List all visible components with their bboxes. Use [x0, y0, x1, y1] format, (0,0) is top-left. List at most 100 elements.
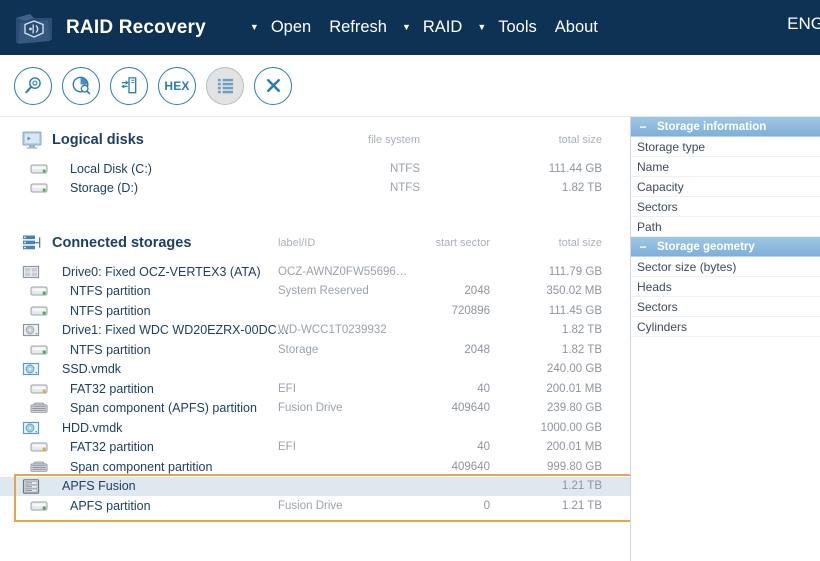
table-cell-name: Span component partition [70, 460, 212, 474]
table-cell-start-sector: 2048 [398, 344, 490, 356]
disk-platter-icon [22, 323, 40, 337]
sidebar-row-sector-size: Sector size (bytes) [631, 257, 820, 277]
table-row[interactable]: Drive1: Fixed WDC WD20EZRX-00DC…WD-WCC1T… [0, 321, 630, 341]
apfs-fusion-icon [22, 479, 40, 493]
menu-item-raid[interactable]: RAID [414, 15, 471, 40]
list-item-label: Local Disk (C:) [70, 162, 152, 176]
file-recovery-icon [119, 75, 140, 96]
table-row[interactable]: Span component (APFS) partition Fusion Dr… [0, 399, 630, 419]
minus-icon[interactable]: − [637, 240, 649, 254]
main-menu: ▼ Open Refresh ▼ RAID ▼ Tools About [244, 15, 607, 40]
table-cell-name: NTFS partition [70, 304, 151, 318]
table-cell-total-size: 1.82 TB [510, 324, 602, 336]
sidebar-row-label: Storage type [637, 140, 705, 154]
table-cell-label-id: EFI [278, 383, 296, 395]
table-row[interactable]: FAT32 partitionEFI40200.01 MB [0, 379, 630, 399]
connected-storages-group-header[interactable]: Connected storages label/ID start sector… [0, 230, 630, 256]
menu-item-open[interactable]: Open [262, 15, 320, 40]
raid-menu-caret-icon[interactable]: ▼ [396, 20, 413, 35]
table-cell-name: Span component (APFS) partition [70, 401, 257, 415]
table-row[interactable]: SSD.vmdk240.00 GB [0, 360, 630, 380]
table-row[interactable]: Span component partition 409640 999.80 GB [0, 457, 630, 477]
disk-scan-button[interactable] [62, 67, 100, 105]
vmdk-disk-icon [22, 362, 40, 376]
column-header-total-size: total size [510, 134, 602, 146]
list-item-filesystem: NTFS [358, 182, 420, 194]
sidebar-row-label: Name [637, 160, 669, 174]
partition-yellow-icon [30, 382, 48, 396]
table-cell-name: FAT32 partition [70, 382, 154, 396]
hex-viewer-icon: HEX [164, 79, 189, 93]
table-cell-start-sector: 409640 [398, 402, 490, 414]
table-row[interactable]: HDD.vmdk1000.00 GB [0, 418, 630, 438]
table-row[interactable]: NTFS partitionSystem Reserved2048350.02 … [0, 282, 630, 302]
magnifier-search-icon [23, 75, 44, 96]
sidebar-section-storage-geometry[interactable]: − Storage geometry [631, 237, 820, 257]
connected-storages-rows: Drive0: Fixed OCZ-VERTEX3 (ATA) OCZ-AWNZ0… [0, 262, 630, 516]
sidebar-row-cylinders: Cylinders [631, 317, 820, 337]
open-menu-caret-icon[interactable]: ▼ [244, 20, 261, 35]
toolbar: HEX [0, 55, 820, 117]
table-cell-start-sector: 0 [398, 500, 490, 512]
table-cell-name: Drive1: Fixed WDC WD20EZRX-00DC… [62, 323, 289, 337]
table-cell-total-size: 240.00 GB [510, 363, 602, 375]
sidebar-row-sectors: Sectors [631, 197, 820, 217]
table-cell-name: Drive0: Fixed OCZ-VERTEX3 (ATA) [62, 265, 261, 279]
menu-item-refresh[interactable]: Refresh [320, 15, 396, 40]
storage-details-sidebar: − Storage information Storage type Name … [630, 117, 820, 561]
table-row[interactable]: NTFS partition720896111.45 GB [0, 301, 630, 321]
table-row[interactable]: FAT32 partitionEFI40200.01 MB [0, 438, 630, 458]
sidebar-row-label: Sectors [637, 300, 678, 314]
table-row[interactable]: NTFS partitionStorage20481.82 TB [0, 340, 630, 360]
hex-button[interactable]: HEX [158, 67, 196, 105]
partition-green-icon [30, 499, 48, 513]
sidebar-row-label: Heads [637, 280, 672, 294]
table-cell-total-size: 111.45 GB [510, 305, 602, 317]
table-cell-total-size: 200.01 MB [510, 441, 602, 453]
table-row[interactable]: APFS Fusion1.21 TB [0, 477, 630, 497]
table-cell-label-id: OCZ-AWNZ0FW55696… [278, 266, 407, 278]
list-item[interactable]: Local Disk (C:) NTFS 111.44 GB [0, 159, 630, 179]
table-cell-start-sector: 409640 [398, 461, 490, 473]
menu-item-tools[interactable]: Tools [489, 15, 546, 40]
recovery-button[interactable] [110, 67, 148, 105]
span-component-icon [30, 401, 48, 415]
table-cell-label-id: Fusion Drive [278, 402, 343, 414]
table-row[interactable]: APFS partitionFusion Drive01.21 TB [0, 496, 630, 516]
sidebar-section-title: Storage information [657, 121, 766, 133]
table-cell-total-size: 1.21 TB [510, 500, 602, 512]
drive-green-icon [30, 162, 48, 176]
partition-green-icon [30, 343, 48, 357]
table-cell-name: NTFS partition [70, 343, 151, 357]
monitor-display-icon [22, 131, 42, 149]
vmdk-disk-icon [22, 421, 40, 435]
table-cell-name: APFS partition [70, 499, 151, 513]
sidebar-section-storage-information[interactable]: − Storage information [631, 117, 820, 137]
disk-grid-icon [22, 265, 40, 279]
table-cell-total-size: 111.79 GB [510, 266, 602, 278]
logical-disks-group-header[interactable]: Logical disks file system total size [0, 127, 630, 153]
sidebar-row-label: Sector size (bytes) [637, 260, 736, 274]
minus-icon[interactable]: − [637, 120, 649, 134]
application-window: RAID Recovery ▼ Open Refresh ▼ RAID ▼ To… [0, 0, 820, 561]
table-cell-total-size: 999.80 GB [510, 461, 602, 473]
logical-disks-title: Logical disks [52, 132, 144, 148]
sidebar-row-path: Path [631, 217, 820, 237]
sidebar-row-storage-type: Storage type [631, 137, 820, 157]
menu-item-about[interactable]: About [546, 15, 607, 40]
table-cell-start-sector: 40 [398, 383, 490, 395]
list-item-filesystem: NTFS [358, 163, 420, 175]
tools-menu-caret-icon[interactable]: ▼ [471, 20, 488, 35]
find-button[interactable] [14, 67, 52, 105]
table-cell-label-id: Storage [278, 344, 318, 356]
sidebar-row-heads: Heads [631, 277, 820, 297]
language-selector[interactable]: ENG [787, 14, 820, 34]
list-item[interactable]: Storage (D:) NTFS 1.82 TB [0, 179, 630, 199]
list-item-size: 111.44 GB [510, 163, 602, 175]
list-view-button[interactable] [206, 67, 244, 105]
table-row[interactable]: Drive0: Fixed OCZ-VERTEX3 (ATA) OCZ-AWNZ0… [0, 262, 630, 282]
close-button[interactable] [254, 67, 292, 105]
close-x-icon [263, 75, 284, 96]
table-cell-total-size: 350.02 MB [510, 285, 602, 297]
table-cell-name: FAT32 partition [70, 440, 154, 454]
